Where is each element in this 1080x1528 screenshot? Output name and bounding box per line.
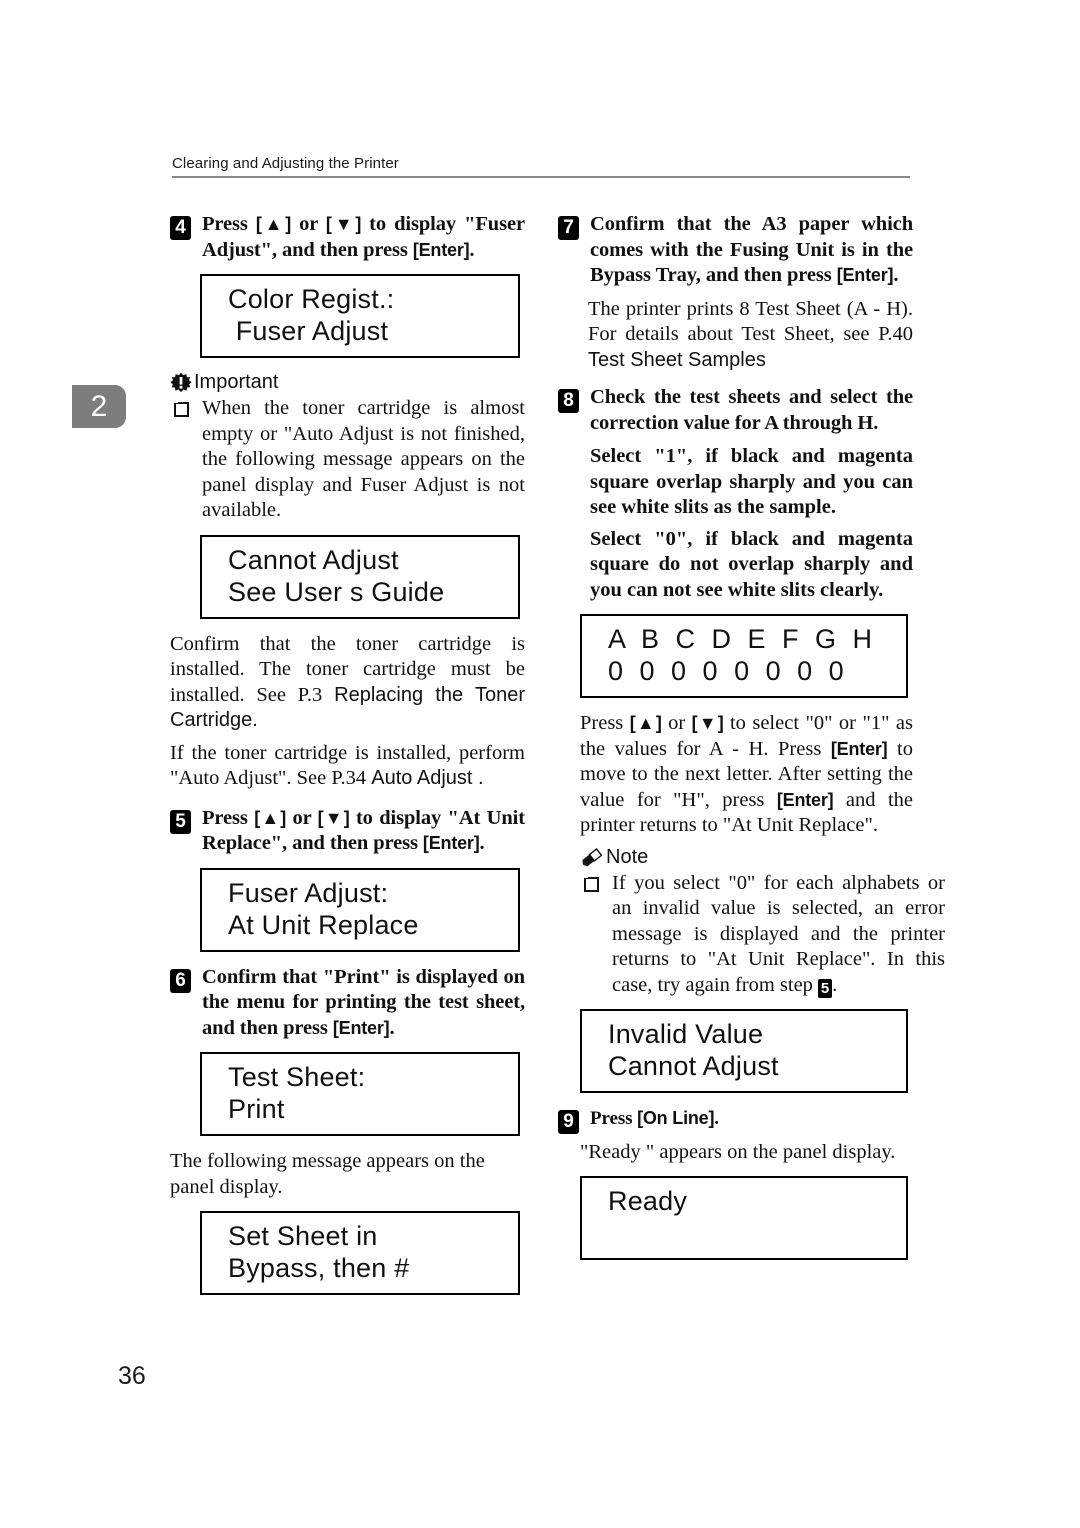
- step-7-text-d: .: [893, 264, 899, 286]
- lcd-line-2: Bypass, then #: [228, 1253, 410, 1283]
- step-5-text-d: .: [479, 832, 485, 854]
- right-column: 7 Confirm that the A3 paper which comes …: [558, 212, 945, 1273]
- lcd-line-1: Ready: [608, 1186, 688, 1216]
- key-up-arrow: [▲]: [629, 713, 662, 733]
- step-9: 9 Press [On Line].: [558, 1106, 913, 1134]
- step-number-badge: 5: [170, 809, 191, 834]
- lcd-line-letters: A B C D E F G H: [608, 624, 877, 654]
- important-burst-icon: [170, 372, 192, 394]
- press-select-b: or: [661, 712, 692, 734]
- lcd-panel-set-sheet: Set Sheet in Bypass, then #: [200, 1211, 520, 1295]
- lcd-line-1: Fuser Adjust:: [228, 877, 389, 908]
- step-5: 5 Press [▲] or [▼] to display "At Unit R…: [170, 806, 525, 857]
- step-5-text: Press [▲] or [▼] to display "At Unit Rep…: [202, 806, 525, 857]
- inline-step-reference-badge: 5: [818, 978, 833, 998]
- lcd-panel-cannot-adjust: Cannot Adjust See User s Guide: [200, 534, 520, 619]
- key-enter: [Enter]: [332, 1017, 390, 1038]
- note-pencil-icon: [580, 846, 604, 868]
- paragraph-press-select: Press [▲] or [▼] to select "0" or "1" as…: [580, 711, 913, 839]
- step-5-text-a: Press: [202, 806, 255, 829]
- select-1-description: Select "1", if black and magenta square …: [590, 445, 913, 518]
- chapter-tab: 2: [72, 385, 126, 428]
- step-4-text: Press [▲] or [▼] to display "Fuser Adjus…: [202, 212, 525, 263]
- lcd-line-2: Print: [228, 1094, 285, 1124]
- lcd-panel-ready: Ready: [580, 1176, 908, 1260]
- step-9-text-a: Press: [590, 1108, 638, 1129]
- step-5-text-b: or: [286, 806, 318, 829]
- select-0-description: Select "0", if black and magenta square …: [590, 527, 913, 601]
- key-down-arrow: [▼]: [325, 214, 362, 234]
- note-notice-header: Note: [580, 846, 913, 869]
- lcd-panel-fuser-adjust: Fuser Adjust: At Unit Replace: [200, 867, 520, 952]
- lcd-line-values: 0 0 0 0 0 0 0 0: [608, 656, 849, 686]
- lcd-line-1: Color Regist.:: [228, 284, 395, 314]
- lcd-line-1: Cannot Adjust: [228, 544, 399, 575]
- key-up-arrow: [▲]: [255, 214, 292, 234]
- step-6-text-d: .: [389, 1016, 395, 1039]
- important-item: When the toner cartridge is almost empty…: [170, 396, 525, 524]
- test-sheet-samples-reference: Test Sheet Samples: [588, 348, 766, 371]
- step-4: 4 Press [▲] or [▼] to display "Fuser Adj…: [170, 212, 525, 263]
- important-item-text: When the toner cartridge is almost empty…: [202, 397, 525, 521]
- paragraph-printer-prints: The printer prints 8 Test Sheet (A - H).…: [588, 297, 913, 374]
- left-column: 4 Press [▲] or [▼] to display "Fuser Adj…: [170, 212, 525, 1308]
- lcd-line-2: At Unit Replace: [228, 909, 419, 940]
- square-bullet-icon: [174, 400, 189, 417]
- lcd-line-2: See User s Guide: [228, 576, 445, 607]
- lcd-panel-test-sheet: Test Sheet: Print: [200, 1052, 520, 1136]
- step-number-badge: 6: [170, 968, 191, 993]
- step-4-text-b: or: [291, 213, 326, 235]
- paragraph-ready-appears: "Ready " appears on the panel display.: [580, 1140, 896, 1163]
- key-enter-2: [Enter]: [776, 789, 834, 810]
- lcd-panel-color-regist: Color Regist.: Fuser Adjust: [200, 274, 520, 358]
- page-header: Clearing and Adjusting the Printer: [172, 155, 910, 178]
- step-9-text: Press [On Line].: [590, 1106, 913, 1132]
- step-6: 6 Confirm that "Print" is displayed on t…: [170, 965, 525, 1042]
- step-8: 8 Check the test sheets and select the c…: [558, 385, 913, 436]
- important-label: Important: [194, 371, 279, 393]
- step-7: 7 Confirm that the A3 paper which comes …: [558, 212, 913, 289]
- square-bullet-icon: [584, 874, 599, 892]
- note-label: Note: [606, 845, 649, 868]
- page-number: 36: [118, 1362, 146, 1390]
- key-enter: [Enter]: [422, 833, 480, 853]
- lcd-line-2: Fuser Adjust: [228, 316, 389, 346]
- printer-prints-text: The printer prints 8 Test Sheet (A - H).…: [588, 297, 913, 346]
- running-title: Clearing and Adjusting the Printer: [172, 155, 399, 172]
- key-down-arrow: [▼]: [691, 713, 724, 733]
- important-notice-header: Important: [170, 371, 525, 394]
- key-enter-1: [Enter]: [830, 738, 888, 759]
- step-8-text: Check the test sheets and select the cor…: [590, 386, 913, 434]
- lcd-panel-abcdefgh: A B C D E F G H 0 0 0 0 0 0 0 0: [580, 614, 908, 698]
- key-up-arrow: [▲]: [254, 807, 287, 828]
- lcd-line-2: [608, 1217, 906, 1249]
- lcd-panel-invalid-value: Invalid Value Cannot Adjust: [580, 1009, 908, 1093]
- step-6-text: Confirm that "Print" is displayed on the…: [202, 965, 525, 1042]
- header-rule: [172, 176, 910, 178]
- lcd-line-2: Cannot Adjust: [608, 1051, 779, 1081]
- lcd-line-1: Set Sheet in: [228, 1221, 378, 1251]
- paragraph-confirm-toner: Confirm that the toner cartridge is inst…: [170, 632, 525, 734]
- step-number-badge: 9: [558, 1110, 579, 1134]
- note-item-text-b: .: [832, 973, 838, 996]
- step-4-text-a: Press: [202, 213, 256, 235]
- if-installed-reference: Auto Adjust .: [371, 767, 484, 789]
- step-4-text-d: .: [469, 238, 475, 261]
- paragraph-following-message: The following message appears on the pan…: [170, 1150, 485, 1198]
- key-on-line: [On Line]: [637, 1108, 715, 1128]
- key-enter: [Enter]: [836, 265, 894, 285]
- step-number-badge: 4: [170, 216, 191, 240]
- step-9-text-d: .: [714, 1108, 719, 1129]
- step-number-badge: 7: [558, 216, 579, 240]
- paragraph-if-installed: If the toner cartridge is installed, per…: [170, 741, 525, 792]
- press-select-a: Press: [580, 712, 630, 734]
- lcd-line-1: Test Sheet:: [228, 1062, 366, 1092]
- key-down-arrow: [▼]: [317, 807, 350, 828]
- lcd-line-1: Invalid Value: [608, 1019, 764, 1049]
- note-item: If you select "0" for each alphabets or …: [580, 871, 945, 999]
- key-enter: [Enter]: [412, 239, 470, 260]
- step-number-badge: 8: [558, 389, 579, 413]
- note-item-text-a: If you select "0" for each alphabets or …: [612, 871, 945, 996]
- step-7-text: Confirm that the A3 paper which comes wi…: [590, 212, 913, 289]
